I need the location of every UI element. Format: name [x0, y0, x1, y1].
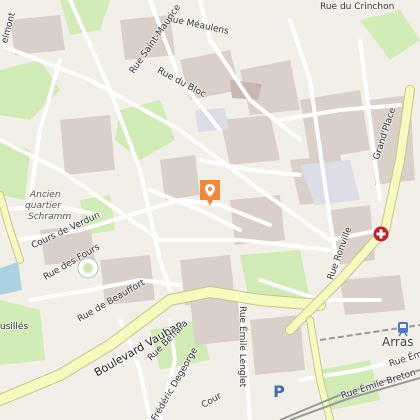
map-view[interactable]: Rue du Crinchon Rue Méaulens Rue Saint-M…: [0, 0, 420, 420]
label-ancien: Ancien: [30, 190, 61, 200]
label-rue-emile-lenglet: Rue Émile Lenglet: [237, 306, 247, 388]
map-tiles: [0, 0, 420, 420]
label-quartier: quartier: [25, 201, 61, 211]
location-pin-icon[interactable]: [198, 178, 222, 208]
label-schramm: Schramm: [28, 212, 72, 222]
label-rue-du-crinchon: Rue du Crinchon: [320, 2, 395, 12]
label-rue-des-fusilles: usillés: [0, 322, 29, 332]
hospital-icon[interactable]: [373, 226, 389, 242]
parking-icon[interactable]: P: [270, 383, 288, 401]
train-station-icon[interactable]: [394, 320, 412, 338]
